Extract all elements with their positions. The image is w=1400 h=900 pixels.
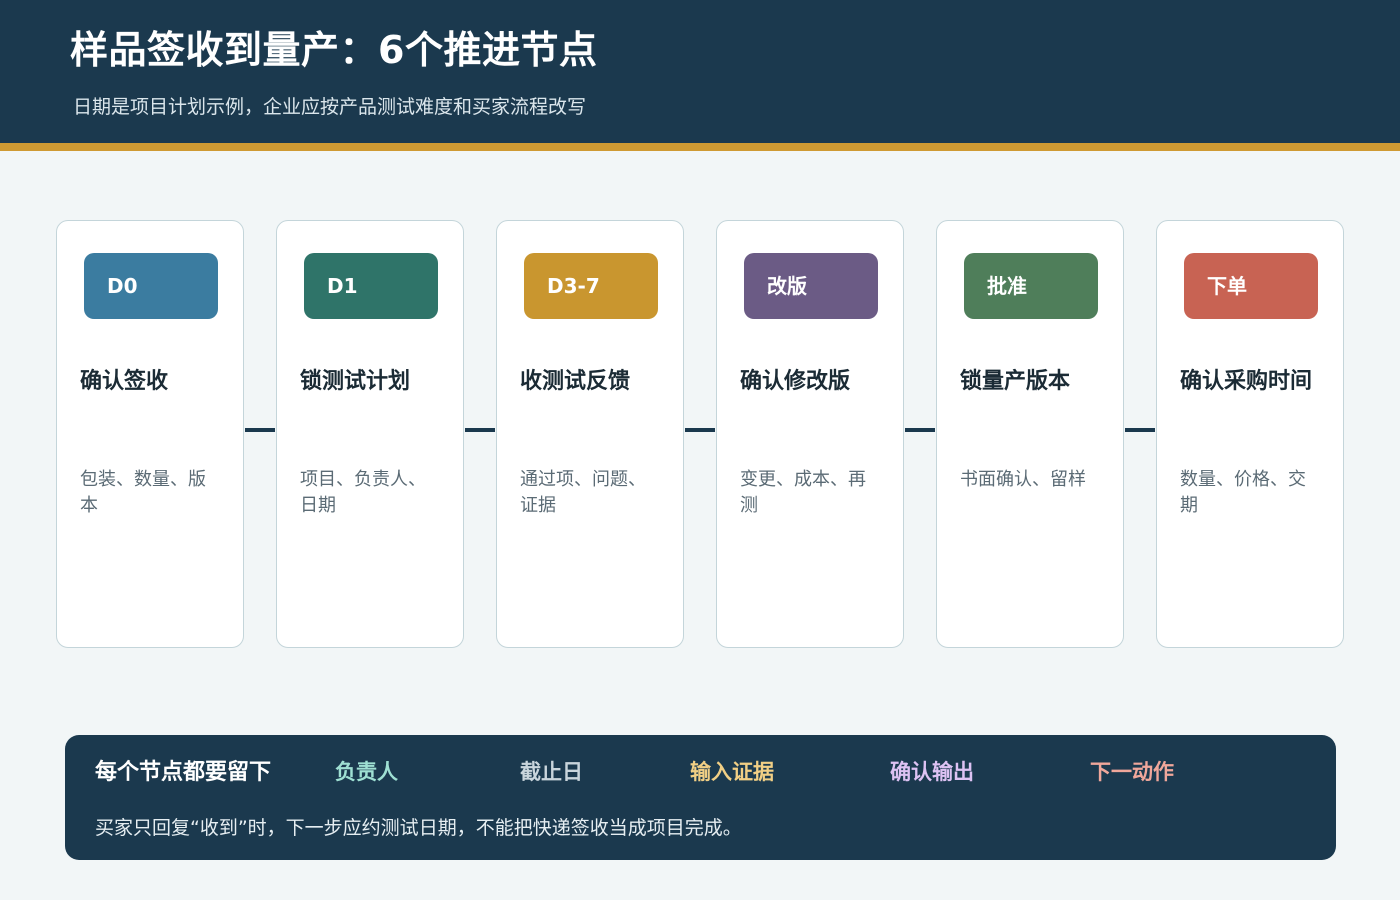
- step-badge: 下单: [1184, 253, 1318, 319]
- step-badge: D1: [304, 253, 438, 319]
- checklist-panel: 每个节点都要留下 负责人 截止日 输入证据 确认输出 下一动作 买家只回复“收到…: [65, 735, 1336, 860]
- step-badge: 批准: [964, 253, 1098, 319]
- step-badge: D0: [84, 253, 218, 319]
- checklist-item-confirm-output: 确认输出: [890, 760, 974, 784]
- step-description: 包装、数量、版本: [80, 469, 206, 516]
- step-badge: 改版: [744, 253, 878, 319]
- connector-line: [465, 428, 495, 432]
- step-card-d3-7: D3-7 收测试反馈 通过项、问题、证据: [496, 220, 684, 648]
- connector-line: [685, 428, 715, 432]
- step-description: 数量、价格、交期: [1180, 469, 1306, 516]
- step-description: 变更、成本、再测: [740, 469, 866, 516]
- step-title: 确认签收: [80, 369, 169, 394]
- step-card-order: 下单 确认采购时间 数量、价格、交期: [1156, 220, 1344, 648]
- step-description: 项目、负责人、日期: [300, 469, 426, 516]
- step-title: 确认修改版: [740, 369, 851, 394]
- step-title: 确认采购时间: [1180, 369, 1313, 394]
- checklist-item-next-action: 下一动作: [1090, 760, 1174, 784]
- step-card-approval: 批准 锁量产版本 书面确认、留样: [936, 220, 1124, 648]
- step-card-revision: 改版 确认修改版 变更、成本、再测: [716, 220, 904, 648]
- step-card-d1: D1 锁测试计划 项目、负责人、日期: [276, 220, 464, 648]
- connector-line: [245, 428, 275, 432]
- checklist-item-deadline: 截止日: [520, 760, 583, 784]
- connector-line: [1125, 428, 1155, 432]
- header-accent-rule: [0, 143, 1400, 151]
- connector-line: [905, 428, 935, 432]
- checklist-item-input-evidence: 输入证据: [690, 760, 774, 784]
- step-title: 收测试反馈: [520, 369, 631, 394]
- checklist-label: 每个节点都要留下: [95, 760, 272, 785]
- step-title: 锁测试计划: [300, 369, 411, 394]
- step-description: 书面确认、留样: [960, 469, 1086, 490]
- step-card-d0: D0 确认签收 包装、数量、版本: [56, 220, 244, 648]
- step-badge: D3-7: [524, 253, 658, 319]
- step-title: 锁量产版本: [960, 369, 1071, 394]
- page-header: 样品签收到量产：6个推进节点 日期是项目计划示例，企业应按产品测试难度和买家流程…: [0, 0, 1400, 143]
- page-title: 样品签收到量产：6个推进节点: [70, 28, 598, 72]
- footer-note: 买家只回复“收到”时，下一步应约测试日期，不能把快递签收当成项目完成。: [95, 817, 742, 839]
- step-description: 通过项、问题、证据: [520, 469, 646, 516]
- page-subtitle: 日期是项目计划示例，企业应按产品测试难度和买家流程改写: [73, 96, 587, 118]
- checklist-item-owner: 负责人: [335, 760, 398, 784]
